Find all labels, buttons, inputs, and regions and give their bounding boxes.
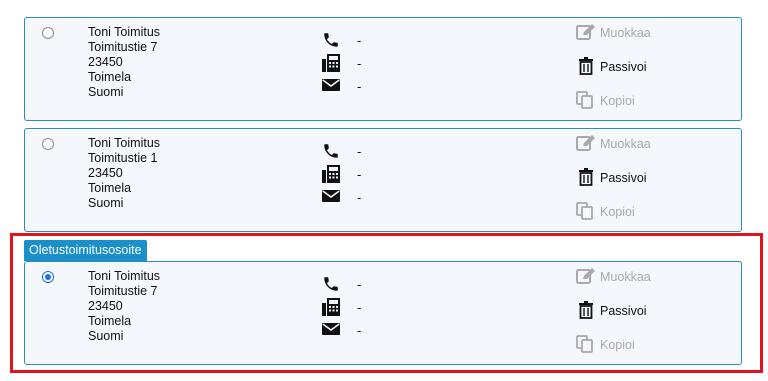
fax-icon <box>322 298 340 316</box>
email-value: - <box>357 323 362 338</box>
fax-icon <box>322 165 340 183</box>
address-radio-selected[interactable] <box>42 271 54 283</box>
email-value: - <box>357 190 362 205</box>
address-block: Toni Toimitus Toimitustie 7 23450 Toimel… <box>88 25 160 100</box>
address-city: Toimela <box>88 70 132 84</box>
copy-icon <box>576 91 593 109</box>
envelope-icon <box>322 323 340 335</box>
address-block: Toni Toimitus Toimitustie 7 23450 Toimel… <box>88 269 160 344</box>
phone-icon <box>324 33 338 47</box>
address-postal-code: 23450 <box>88 299 123 313</box>
phone-value: - <box>357 277 362 292</box>
trash-icon <box>579 168 593 186</box>
address-name: Toni Toimitus <box>88 25 161 39</box>
copy-label: Kopioi <box>600 94 635 108</box>
fax-value: - <box>357 167 362 182</box>
phone-value: - <box>357 33 362 48</box>
phone-icon <box>324 277 338 291</box>
address-street: Toimitustie 1 <box>88 151 158 165</box>
pencil-square-icon <box>576 24 595 40</box>
copy-label: Kopioi <box>600 338 635 352</box>
address-card: Toni Toimitus Toimitustie 7 23450 Toimel… <box>24 17 742 121</box>
copy-icon <box>576 335 593 353</box>
address-city: Toimela <box>88 314 132 328</box>
fax-value: - <box>357 56 362 71</box>
copy-label: Kopioi <box>600 205 635 219</box>
address-city: Toimela <box>88 181 132 195</box>
address-radio[interactable] <box>42 27 54 39</box>
deactivate-label: Passivoi <box>600 60 647 74</box>
pencil-square-icon <box>576 268 595 284</box>
envelope-icon <box>322 190 340 202</box>
address-postal-code: 23450 <box>88 55 123 69</box>
address-country: Suomi <box>88 196 124 210</box>
address-street: Toimitustie 7 <box>88 40 158 54</box>
address-block: Toni Toimitus Toimitustie 1 23450 Toimel… <box>88 136 160 211</box>
email-value: - <box>357 79 362 94</box>
address-card: Toni Toimitus Toimitustie 1 23450 Toimel… <box>24 128 742 232</box>
pencil-square-icon <box>576 135 595 151</box>
address-radio[interactable] <box>42 138 54 150</box>
deactivate-label: Passivoi <box>600 171 647 185</box>
phone-value: - <box>357 144 362 159</box>
edit-label: Muokkaa <box>600 26 651 40</box>
default-address-tab: Oletustoimitusosoite <box>24 240 147 261</box>
address-name: Toni Toimitus <box>88 136 161 150</box>
fax-value: - <box>357 300 362 315</box>
edit-label: Muokkaa <box>600 137 651 151</box>
address-country: Suomi <box>88 329 124 343</box>
phone-icon <box>324 144 338 158</box>
address-postal-code: 23450 <box>88 166 123 180</box>
address-street: Toimitustie 7 <box>88 284 158 298</box>
address-country: Suomi <box>88 85 124 99</box>
fax-icon <box>322 54 340 72</box>
copy-icon <box>576 202 593 220</box>
address-name: Toni Toimitus <box>88 269 161 283</box>
envelope-icon <box>322 79 340 91</box>
edit-label: Muokkaa <box>600 270 651 284</box>
deactivate-label: Passivoi <box>600 304 647 318</box>
trash-icon <box>579 57 593 75</box>
default-address-card: Toni Toimitus Toimitustie 7 23450 Toimel… <box>24 261 742 365</box>
trash-icon <box>579 301 593 319</box>
